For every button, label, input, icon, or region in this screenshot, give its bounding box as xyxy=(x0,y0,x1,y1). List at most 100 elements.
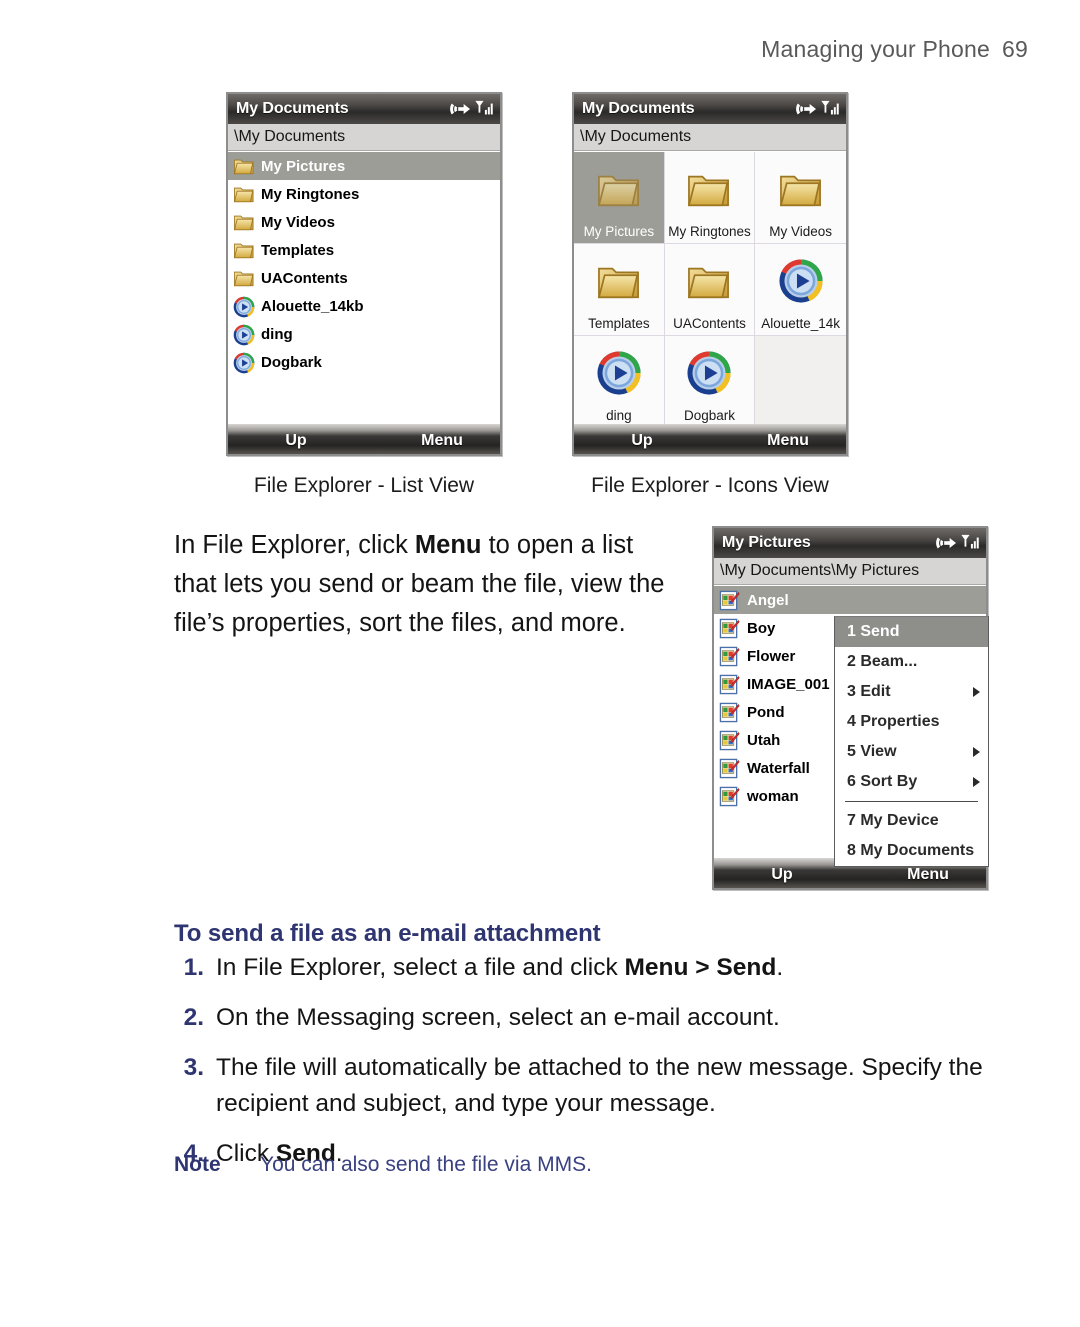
note-block: Note You can also send the file via MMS. xyxy=(174,1150,874,1180)
media-file-icon xyxy=(233,352,255,374)
file-list-item-label: IMAGE_001 xyxy=(747,675,830,693)
folder-icon xyxy=(233,156,255,176)
step-item: 1. In File Explorer, select a file and c… xyxy=(174,950,984,986)
file-list-item-label: ding xyxy=(261,325,293,343)
list-view-menu-softkey[interactable]: Menu xyxy=(374,432,510,454)
signal-strength-icon xyxy=(821,100,839,115)
folder-icon xyxy=(597,175,639,206)
folder-icon xyxy=(596,244,642,317)
my-pictures-address-bar[interactable]: \My Documents\My Pictures xyxy=(714,558,986,585)
folder-icon xyxy=(233,268,255,288)
list-view-file-list[interactable]: My Pictures My Ringtones My Videos Templ… xyxy=(228,152,500,424)
file-list-item[interactable]: Templates xyxy=(228,236,500,264)
page-header: Managing your Phone 69 xyxy=(761,36,1028,63)
image-file-icon xyxy=(719,730,740,751)
note-label: Note xyxy=(174,1153,221,1176)
file-list-item-label: Alouette_14kb xyxy=(261,297,364,315)
media-file-icon xyxy=(233,324,255,346)
icons-view-cell[interactable]: My Pictures xyxy=(574,152,665,244)
icons-view-address-bar[interactable]: \My Documents xyxy=(574,124,846,151)
icons-view-cell[interactable]: My Videos xyxy=(755,152,846,244)
my-pictures-title: My Pictures xyxy=(722,534,811,551)
file-context-menu[interactable]: 1 Send 2 Beam... 3 Edit 4 Properties 5 V… xyxy=(834,616,989,867)
folder-icon xyxy=(233,271,254,287)
step-item: 3. The file will automatically be attach… xyxy=(174,1050,984,1122)
step-item: 2. On the Messaging screen, select an e-… xyxy=(174,1000,984,1036)
signal-strength-icon xyxy=(961,534,979,549)
file-list-item-label: Angel xyxy=(747,591,789,609)
context-menu-item[interactable]: 7 My Device xyxy=(835,806,988,836)
icons-view-cell[interactable]: Dogbark xyxy=(664,336,756,428)
list-view-softkeys: Up Menu xyxy=(228,424,500,454)
list-view-address-bar[interactable]: \My Documents xyxy=(228,124,500,151)
icons-view-cell[interactable]: Alouette_14k xyxy=(755,244,846,336)
image-file-icon xyxy=(719,786,740,807)
file-list-item-label: My Ringtones xyxy=(261,185,360,203)
folder-icon xyxy=(596,152,642,225)
context-menu-item[interactable]: 8 My Documents xyxy=(835,836,988,866)
list-view-title: My Documents xyxy=(236,100,349,117)
folder-icon xyxy=(688,175,730,206)
folder-icon xyxy=(688,267,730,298)
list-view-up-softkey[interactable]: Up xyxy=(228,432,364,454)
media-file-icon xyxy=(779,259,823,303)
file-explorer-icons-view-screen: My Documents \My Documents My Pictures M… xyxy=(572,92,848,456)
file-list-item[interactable]: Alouette_14kb xyxy=(228,292,500,320)
context-menu-item-label: 4 Properties xyxy=(847,713,940,730)
submenu-arrow-icon xyxy=(973,747,980,757)
icons-view-cell[interactable]: Templates xyxy=(574,244,665,336)
file-list-item[interactable]: UAContents xyxy=(228,264,500,292)
file-list-item-label: Utah xyxy=(747,731,781,749)
status-icons xyxy=(795,99,840,119)
step-text-bold: Menu > Send xyxy=(624,954,777,981)
media-file-icon xyxy=(233,296,255,318)
image-file-icon xyxy=(719,590,740,611)
file-explorer-list-view-screen: My Documents \My Documents My Pictures M… xyxy=(226,92,502,456)
folder-icon xyxy=(233,215,254,231)
icons-view-cell[interactable]: My Ringtones xyxy=(664,152,756,244)
icons-view-cell-label: Alouette_14k xyxy=(761,316,841,332)
context-menu-item[interactable]: 6 Sort By xyxy=(835,767,988,797)
file-list-item-label: Templates xyxy=(261,241,335,259)
context-menu-item-label: 5 View xyxy=(847,743,897,760)
icons-view-up-softkey[interactable]: Up xyxy=(574,432,710,454)
context-menu-item[interactable]: 4 Properties xyxy=(835,707,988,737)
image-file-icon xyxy=(719,758,741,779)
icons-view-menu-softkey[interactable]: Menu xyxy=(720,432,856,454)
icons-view-cell[interactable]: UAContents xyxy=(664,244,756,336)
icons-view-cell[interactable]: ding xyxy=(574,336,665,428)
media-file-icon xyxy=(596,336,642,409)
list-view-titlebar: My Documents xyxy=(228,94,500,124)
file-list-item[interactable]: Dogbark xyxy=(228,348,500,376)
context-menu-item[interactable]: 2 Beam... xyxy=(835,647,988,677)
image-file-icon xyxy=(719,590,741,611)
step-number: 1. xyxy=(183,954,204,981)
intro-text-part1: In File Explorer, click xyxy=(174,531,415,559)
icons-view-grid[interactable]: My Pictures My Ringtones My Videos Templ… xyxy=(574,152,846,428)
step-text: On the Messaging screen, select an e-mai… xyxy=(216,1004,780,1031)
image-file-icon xyxy=(719,786,741,807)
file-list-item-label: Dogbark xyxy=(261,353,322,371)
icons-view-cell-label: Dogbark xyxy=(683,408,735,424)
page-number: 69 xyxy=(1002,36,1028,62)
file-list-item[interactable]: My Pictures xyxy=(228,152,500,180)
media-file-icon xyxy=(778,244,824,317)
file-list-item[interactable]: My Videos xyxy=(228,208,500,236)
icons-view-cell-label: My Pictures xyxy=(583,224,655,240)
media-file-icon xyxy=(233,352,255,374)
my-pictures-menu-softkey[interactable]: Menu xyxy=(860,866,996,888)
image-file-icon xyxy=(719,730,741,751)
folder-icon xyxy=(686,152,732,225)
context-menu-item[interactable]: 5 View xyxy=(835,737,988,767)
context-menu-separator xyxy=(845,801,978,802)
file-list-item[interactable]: My Ringtones xyxy=(228,180,500,208)
file-list-item[interactable]: ding xyxy=(228,320,500,348)
file-list-item[interactable]: Angel xyxy=(714,586,986,614)
context-menu-item[interactable]: 1 Send xyxy=(835,617,988,647)
media-file-icon xyxy=(233,296,255,318)
context-menu-item[interactable]: 3 Edit xyxy=(835,677,988,707)
icons-view-titlebar: My Documents xyxy=(574,94,846,124)
context-menu-item-label: 3 Edit xyxy=(847,683,891,700)
context-menu-item-label: 8 My Documents xyxy=(847,842,975,859)
my-pictures-up-softkey[interactable]: Up xyxy=(714,866,850,888)
